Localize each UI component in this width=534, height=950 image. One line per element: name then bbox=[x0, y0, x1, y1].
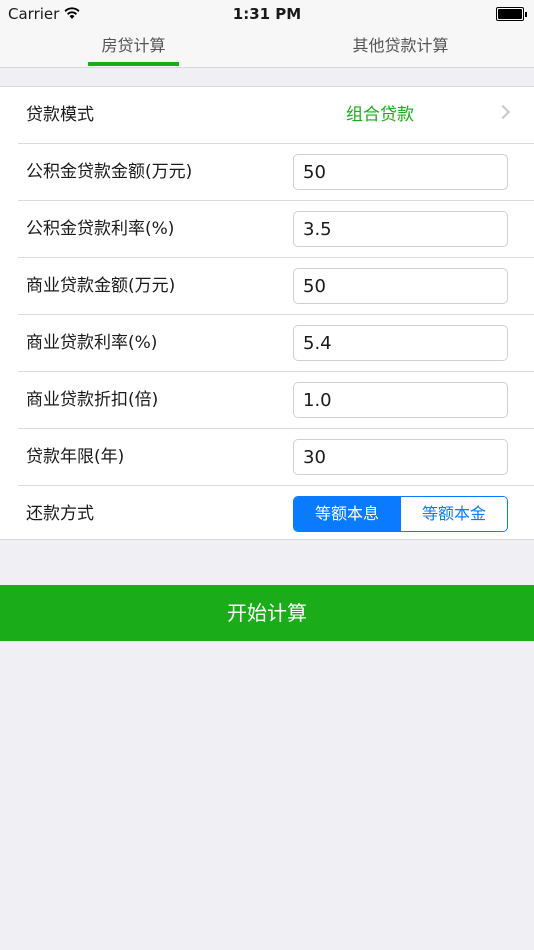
loan-years-input[interactable] bbox=[293, 439, 508, 475]
commercial-amount-row: 商业贷款金额(万元) bbox=[0, 258, 534, 315]
commercial-rate-input[interactable] bbox=[293, 325, 508, 361]
fund-rate-label: 公积金贷款利率(%) bbox=[26, 219, 175, 239]
segment-equal-principal[interactable]: 等额本金 bbox=[400, 497, 507, 531]
tab-mortgage-label: 房贷计算 bbox=[101, 36, 166, 55]
tab-other-loan-label: 其他贷款计算 bbox=[352, 36, 449, 55]
active-tab-indicator bbox=[88, 62, 179, 66]
tab-mortgage[interactable]: 房贷计算 bbox=[0, 28, 267, 68]
loan-years-row: 贷款年限(年) bbox=[0, 429, 534, 486]
tab-other-loan[interactable]: 其他贷款计算 bbox=[267, 28, 534, 68]
commercial-discount-row: 商业贷款折扣(倍) bbox=[0, 372, 534, 429]
fund-rate-input[interactable] bbox=[293, 211, 508, 247]
loan-years-label: 贷款年限(年) bbox=[26, 447, 125, 467]
fund-amount-input[interactable] bbox=[293, 154, 508, 190]
commercial-amount-input[interactable] bbox=[293, 268, 508, 304]
status-bar: Carrier 1:31 PM bbox=[0, 0, 534, 28]
loan-form: 贷款模式 组合贷款 公积金贷款金额(万元) 公积金贷款利率(%) 商业贷款金额(… bbox=[0, 86, 534, 540]
fund-amount-row: 公积金贷款金额(万元) bbox=[0, 144, 534, 201]
commercial-rate-label: 商业贷款利率(%) bbox=[26, 333, 158, 353]
battery-icon bbox=[496, 7, 527, 21]
commercial-discount-label: 商业贷款折扣(倍) bbox=[26, 390, 159, 410]
repayment-label: 还款方式 bbox=[26, 504, 94, 524]
status-time: 1:31 PM bbox=[232, 5, 302, 23]
fund-rate-row: 公积金贷款利率(%) bbox=[0, 201, 534, 258]
commercial-rate-row: 商业贷款利率(%) bbox=[0, 315, 534, 372]
segment-equal-installment[interactable]: 等额本息 bbox=[294, 497, 400, 531]
repayment-row: 还款方式 等额本息 等额本金 bbox=[0, 486, 534, 543]
repayment-segmented-control: 等额本息 等额本金 bbox=[293, 496, 508, 532]
fund-amount-label: 公积金贷款金额(万元) bbox=[26, 162, 193, 182]
commercial-discount-input[interactable] bbox=[293, 382, 508, 418]
loan-mode-label: 贷款模式 bbox=[26, 105, 94, 125]
chevron-right-icon bbox=[495, 104, 511, 120]
calculate-button[interactable]: 开始计算 bbox=[0, 585, 534, 641]
loan-mode-value: 组合贷款 bbox=[346, 105, 414, 125]
commercial-amount-label: 商业贷款金额(万元) bbox=[26, 276, 176, 296]
tab-bar: 房贷计算 其他贷款计算 bbox=[0, 28, 534, 68]
loan-mode-row[interactable]: 贷款模式 组合贷款 bbox=[0, 87, 534, 144]
